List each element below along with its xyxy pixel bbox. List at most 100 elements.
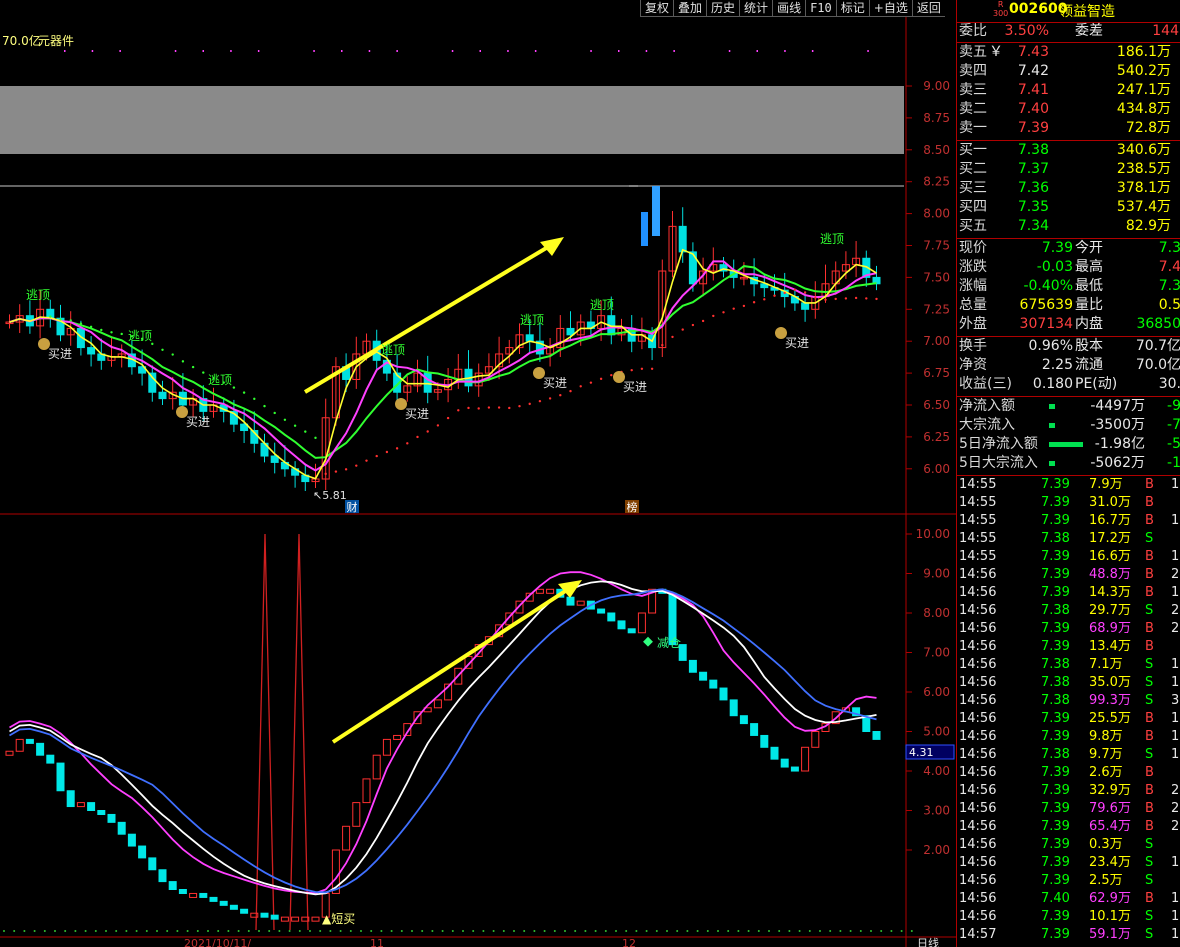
tick-price: 7.39 (1041, 855, 1070, 870)
tick-price: 7.39 (1041, 495, 1070, 510)
tick-row: 14:56 7.39 2.6万 B (957, 764, 1180, 782)
toolbar-button-1[interactable]: 叠加 (673, 0, 707, 17)
sar-dot (355, 464, 358, 467)
sell-row-4[interactable]: 卖四 7.42 540.2万 (957, 62, 1180, 81)
sell-volume: 72.8万 (1125, 120, 1171, 136)
finance-badge-text: 财 (347, 500, 358, 514)
tick-volume: 13.4万 (1089, 639, 1131, 654)
quote-panel: R 300 002600 领益智造 委比 3.50% 委差 144 卖五 ￥ 7.43 186.… (956, 0, 1180, 947)
weicha-label: 委差 (1075, 23, 1103, 39)
baseline-dot (594, 930, 597, 932)
sar-dot (548, 397, 552, 400)
stat-row: 收益(三) 0.180 PE(动) 30. (957, 375, 1180, 394)
sar-dot (161, 348, 164, 351)
stat-row: 净资 2.25 流通 70.0亿 (957, 356, 1180, 375)
sar-dot (518, 404, 521, 408)
tick-time: 14:56 (959, 657, 997, 672)
tick-side: B (1145, 495, 1154, 510)
stat-label: 净资 (959, 357, 987, 373)
baseline-dot (910, 930, 913, 932)
tick-count: 1 (1171, 891, 1180, 906)
sar-dot (263, 404, 266, 408)
baseline-dot (268, 930, 271, 932)
baseline-dot (105, 930, 107, 932)
tick-time: 14:56 (959, 603, 997, 618)
baseline-dot (747, 930, 750, 932)
tick-time: 14:56 (959, 891, 997, 906)
weibi-label: 委比 (959, 23, 987, 39)
tick-side: S (1145, 675, 1154, 690)
tick-price: 7.39 (1041, 477, 1070, 492)
tick-volume: 35.0万 (1089, 675, 1131, 690)
flow-extra: -5 (1167, 436, 1180, 452)
sector-text: 元器件 (38, 34, 74, 48)
indicator-tick-label: 5.00 (923, 725, 950, 739)
tick-price: 7.39 (1041, 567, 1070, 582)
flow-extra: -9 (1167, 398, 1180, 414)
sar-dot (334, 470, 338, 473)
dot-marker (618, 50, 620, 52)
sell-row-5[interactable]: 卖五 ￥ 7.43 186.1万 (957, 43, 1180, 62)
resistance-band (0, 86, 904, 154)
baseline-dot (23, 930, 26, 932)
tick-row: 14:56 7.39 32.9万 B 2 (957, 782, 1180, 800)
tick-time: 14:56 (959, 567, 997, 582)
tick-price: 7.40 (1041, 891, 1070, 906)
tick-count: 2 (1171, 801, 1180, 816)
sar-dot (681, 328, 684, 331)
sell-row-2[interactable]: 卖二 7.40 434.8万 (957, 100, 1180, 119)
buy-row-1[interactable]: 买一 7.38 340.6万 (957, 141, 1180, 160)
toolbar-button-0[interactable]: 复权 (640, 0, 674, 17)
tick-row: 14:56 7.39 13.4万 B (957, 638, 1180, 656)
price-tick-label: 7.25 (923, 302, 950, 316)
toolbar-button-3[interactable]: 统计 (739, 0, 773, 17)
indicator-bar (688, 659, 697, 673)
dot-marker (756, 50, 758, 52)
sar-dot (69, 319, 72, 322)
toolbar-button-4[interactable]: 画线 (772, 0, 806, 17)
tick-row: 14:55 7.39 16.6万 B 1 (957, 548, 1180, 566)
indicator-tick-label: 4.00 (923, 764, 950, 778)
toolbar-button-2[interactable]: 历史 (706, 0, 740, 17)
baseline-dot (533, 930, 536, 932)
buy-signal: 买进 (405, 407, 429, 421)
stat-value: 7.3 (1158, 240, 1180, 256)
kline-chart[interactable]: 70.0亿元器件 9.00 8.75 8.50 8.25 8.00 7.75 7.50 7.25… (0, 17, 956, 947)
sar-dot (232, 386, 236, 389)
sar-dot (110, 331, 113, 334)
escape-signal: 逃顶 (208, 373, 232, 387)
tick-count: 2 (1171, 783, 1180, 798)
dot-marker (507, 50, 509, 52)
tick-price: 7.38 (1041, 657, 1070, 672)
sell-row-1[interactable]: 卖一 7.39 72.8万 (957, 119, 1180, 138)
toolbar-button-6[interactable]: 标记 (835, 0, 869, 17)
sar-dot (487, 406, 491, 409)
short-buy-signal: ▲短买 (322, 912, 355, 926)
toolbar-button-7[interactable]: +自选 (868, 0, 912, 17)
escape-signal: 逃顶 (820, 232, 844, 246)
tick-price: 7.39 (1041, 729, 1070, 744)
buy-row-3[interactable]: 买三 7.36 378.1万 (957, 179, 1180, 198)
toolbar-button-5[interactable]: F10 (805, 0, 836, 17)
indicator-bar (699, 671, 708, 681)
tick-volume: 68.9万 (1089, 621, 1131, 636)
buy-row-5[interactable]: 买五 7.34 82.9万 (957, 217, 1180, 236)
sar-dot (599, 377, 603, 381)
toolbar-button-8[interactable]: 返回 (911, 0, 945, 17)
dot-marker (479, 50, 481, 52)
tick-side: B (1145, 765, 1154, 780)
baseline-dot (329, 930, 332, 932)
sar-dot (691, 323, 695, 327)
buy-row-2[interactable]: 买二 7.37 238.5万 (957, 160, 1180, 179)
buy-row-4[interactable]: 买四 7.35 537.4万 (957, 198, 1180, 217)
flow-label: 5日净流入额 (959, 436, 1038, 452)
dot-marker (534, 50, 537, 52)
tick-volume: 10.1万 (1089, 909, 1131, 924)
sell-row-3[interactable]: 卖三 7.41 247.1万 (957, 81, 1180, 100)
sar-dot (650, 367, 654, 370)
indicator-tick-label: 8.00 (923, 606, 950, 620)
baseline-dot (564, 930, 566, 932)
buy-label: 买二 (959, 161, 987, 177)
sell-price: 7.39 (1017, 120, 1049, 136)
dot-marker (313, 50, 315, 52)
